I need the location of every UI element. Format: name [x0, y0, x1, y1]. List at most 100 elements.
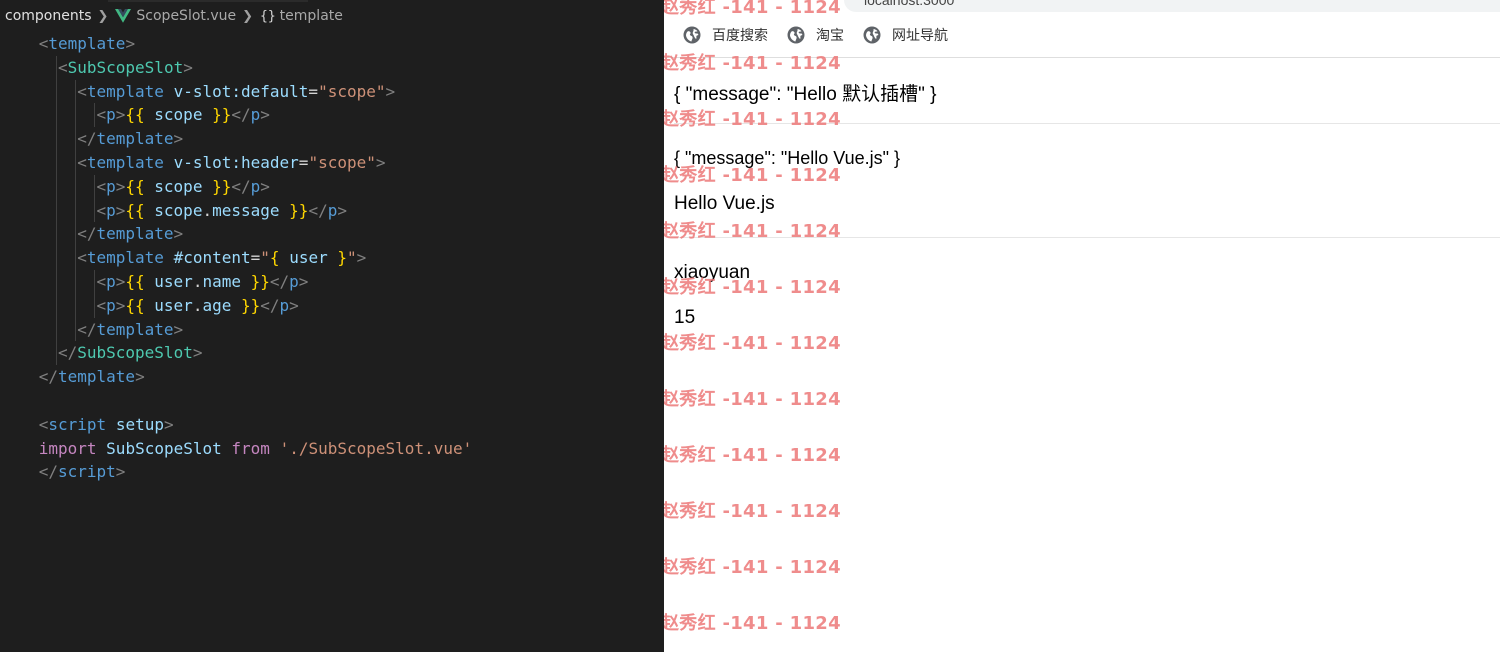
- globe-icon: [787, 26, 805, 44]
- code-token: >: [173, 224, 184, 244]
- code-line: <template>: [0, 32, 664, 56]
- code-token: scope: [154, 105, 203, 125]
- code-token: }}: [241, 295, 261, 315]
- code-line-content: import SubScopeSlot from './SubScopeSlot…: [39, 437, 473, 461]
- indent-guide: [75, 174, 77, 199]
- code-token: p: [106, 295, 116, 315]
- indent-guide: [75, 79, 77, 104]
- code-token: >: [337, 200, 347, 220]
- code-line: </script>: [0, 460, 664, 484]
- code-token: message: [212, 200, 280, 220]
- code-token: =: [308, 81, 319, 101]
- code-token: from: [231, 438, 270, 458]
- code-line: <script setup>: [0, 413, 664, 437]
- code-token: </: [77, 319, 97, 339]
- bookmarks-bar: 百度搜索 淘宝 网址导航: [664, 20, 948, 50]
- watermark-text: 赵秀红 -141 - 1124: [664, 613, 841, 634]
- breadcrumb-underline: [108, 0, 308, 2]
- code-token: >: [298, 271, 309, 291]
- code-line: <template v-slot:header="scope">: [0, 150, 664, 175]
- bookmark-label: 百度搜索: [712, 27, 768, 43]
- code-token: </: [260, 295, 280, 315]
- code-token: {: [269, 248, 280, 268]
- globe-icon: [863, 26, 881, 44]
- code-token: SubScopeSlot: [106, 438, 222, 458]
- code-editor[interactable]: components ❯ ScopeSlot.vue ❯ {} template…: [0, 0, 664, 652]
- code-token: </: [231, 176, 251, 196]
- code-line-content: <template #content="{ user }">: [77, 246, 366, 270]
- code-token: './SubScopeSlot.vue': [279, 438, 473, 458]
- code-line: <SubScopeSlot>: [0, 55, 664, 80]
- code-line: </template>: [0, 127, 664, 151]
- code-token: <: [57, 57, 68, 77]
- code-token: >: [163, 414, 174, 434]
- bookmark-taobao[interactable]: 淘宝: [787, 25, 844, 45]
- indent-guide: [75, 293, 77, 318]
- breadcrumb-file[interactable]: ScopeSlot.vue: [115, 0, 236, 32]
- code-token: </: [38, 367, 58, 387]
- bookmark-url-nav[interactable]: 网址导航: [863, 25, 948, 45]
- code-token: scope: [154, 200, 203, 220]
- breadcrumb-symbol-label: template: [279, 8, 343, 24]
- code-token: >: [260, 176, 270, 196]
- code-token: p: [106, 105, 116, 125]
- code-line-content: </script>: [39, 460, 126, 484]
- breadcrumb-symbol[interactable]: {} template: [260, 0, 343, 32]
- code-token: ": [260, 248, 270, 268]
- code-token: name: [202, 271, 241, 291]
- indent-guide: [55, 103, 57, 128]
- code-line: <p>{{ scope }}</p>: [0, 103, 664, 128]
- code-token: >: [115, 176, 126, 196]
- code-token: <: [96, 271, 107, 291]
- header-slot-message: Hello Vue.js: [674, 193, 775, 214]
- content-user-name: xiaoyuan: [674, 262, 751, 283]
- code-token: template: [86, 81, 164, 101]
- code-token: template: [96, 319, 174, 339]
- code-token: }}: [212, 105, 232, 125]
- indent-guide: [75, 150, 77, 175]
- code-line-content: </template>: [77, 127, 183, 151]
- code-token: v-slot:header: [173, 152, 299, 172]
- code-token: .: [192, 271, 203, 291]
- code-token: </: [308, 200, 328, 220]
- vue-logo-icon: [115, 9, 132, 23]
- code-area[interactable]: <template> <SubScopeSlot> <template v-slot…: [0, 32, 664, 484]
- code-token: >: [115, 462, 126, 482]
- code-token: </: [57, 343, 78, 363]
- watermark-text: 赵秀红 -141 - 1124: [664, 445, 841, 466]
- divider-line: [674, 237, 1500, 238]
- code-token: }}: [250, 271, 270, 291]
- code-line-content: <template v-slot:default="scope">: [77, 80, 395, 104]
- code-line: <p>{{ user.age }}</p>: [0, 293, 664, 318]
- code-line: <p>{{ user.name }}</p>: [0, 269, 664, 294]
- code-token: SubScopeSlot: [67, 57, 184, 77]
- code-line: </SubScopeSlot>: [0, 341, 664, 366]
- address-bar[interactable]: localhost:3000: [844, 0, 1500, 12]
- code-line-content: <template>: [39, 32, 135, 56]
- code-token: >: [173, 319, 184, 339]
- code-token: <: [96, 200, 107, 220]
- code-token: ": [347, 248, 357, 268]
- code-token: }: [337, 248, 347, 268]
- content-user-age: 15: [674, 307, 696, 328]
- code-line-content: </template>: [77, 222, 183, 246]
- breadcrumb-folder[interactable]: components: [0, 0, 92, 32]
- code-token: p: [289, 271, 299, 291]
- code-line: </template>: [0, 317, 664, 342]
- code-token: </: [231, 105, 251, 125]
- breadcrumb-file-label: ScopeSlot.vue: [136, 8, 237, 24]
- breadcrumb-folder-label: components: [5, 8, 92, 24]
- code-token: >: [192, 343, 203, 363]
- bookmark-baidu[interactable]: 百度搜索: [683, 25, 768, 45]
- watermark-text: 赵秀红 -141 - 1124: [664, 333, 841, 354]
- code-token: .: [192, 295, 203, 315]
